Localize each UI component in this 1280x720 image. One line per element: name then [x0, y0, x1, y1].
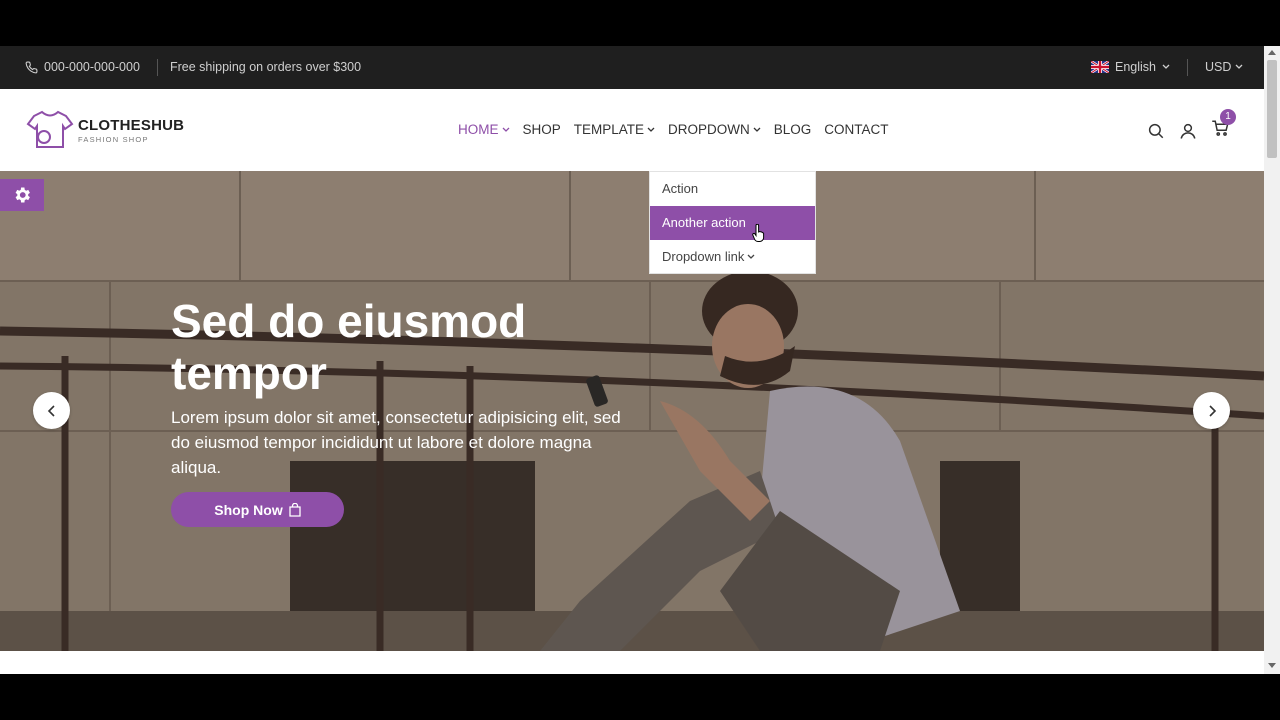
language-label: English	[1115, 60, 1156, 74]
site-header: CLOTHESHUB FASHION SHOP HOME SHOP TEMPLA…	[0, 89, 1264, 171]
chevron-down-icon	[753, 127, 761, 132]
nav-contact-label: CONTACT	[824, 122, 889, 137]
nav-contact[interactable]: CONTACT	[824, 122, 888, 137]
uk-flag-icon	[1091, 61, 1109, 73]
hand-cursor-icon	[752, 224, 765, 242]
nav-template[interactable]: TEMPLATE	[574, 122, 655, 137]
language-selector[interactable]: English	[1091, 60, 1170, 74]
main-nav: HOME SHOP TEMPLATE DROPDOWN BLOG CONTACT	[458, 122, 889, 137]
nav-dropdown-label: DROPDOWN	[668, 122, 750, 137]
brand-name: CLOTHESHUB	[78, 116, 185, 134]
site-logo[interactable]: CLOTHESHUB FASHION SHOP	[26, 109, 184, 151]
chevron-down-icon	[502, 127, 509, 132]
slider-next-button[interactable]	[1193, 392, 1230, 429]
dropdown-item-dropdown-link[interactable]: Dropdown link	[650, 240, 815, 274]
nav-home-label: HOME	[458, 122, 499, 137]
search-icon[interactable]	[1147, 122, 1165, 140]
nav-template-label: TEMPLATE	[573, 122, 645, 137]
dropdown-item-action[interactable]: Action	[650, 172, 815, 206]
shop-now-label: Shop Now	[214, 501, 283, 518]
scrollbar-thumb[interactable]	[1267, 60, 1277, 158]
chevron-down-icon	[1235, 64, 1243, 69]
cart-button[interactable]: 1	[1211, 109, 1236, 142]
nav-blog[interactable]: BLOG	[774, 122, 812, 137]
shopping-bag-icon	[289, 502, 301, 517]
shop-now-button[interactable]: Shop Now	[171, 492, 344, 527]
top-bar: 000-000-000-000 Free shipping on orders …	[0, 46, 1264, 89]
nav-home[interactable]: HOME	[458, 122, 510, 137]
nav-shop-label: SHOP	[522, 122, 561, 137]
currency-label: USD	[1205, 60, 1232, 74]
browser-viewport: 000-000-000-000 Free shipping on orders …	[0, 46, 1280, 674]
slider-prev-button[interactable]	[33, 392, 70, 429]
dropdown-menu: Action Another action Dropdown link	[649, 171, 816, 274]
chevron-right-icon	[1208, 404, 1216, 417]
nav-shop[interactable]: SHOP	[523, 122, 561, 137]
chevron-down-icon	[647, 127, 655, 132]
settings-toggle[interactable]	[0, 179, 44, 211]
chevron-down-icon	[747, 254, 755, 259]
scroll-down-arrow-icon[interactable]	[1268, 663, 1276, 668]
scroll-up-arrow-icon[interactable]	[1268, 50, 1276, 55]
phone-icon	[25, 61, 38, 73]
tshirt-logo-icon	[26, 110, 74, 148]
hero-slider: Sed do eiusmod tempor Lorem ipsum dolor …	[0, 171, 1264, 651]
divider	[1187, 59, 1188, 76]
cart-count-badge: 1	[1220, 109, 1236, 125]
nav-blog-label: BLOG	[773, 122, 812, 137]
shipping-notice: Free shipping on orders over $300	[170, 60, 362, 74]
divider	[157, 59, 158, 76]
gear-icon	[15, 187, 30, 203]
chevron-left-icon	[47, 404, 55, 417]
dropdown-link-label: Dropdown link	[662, 249, 745, 264]
nav-dropdown[interactable]: DROPDOWN	[668, 122, 761, 137]
dropdown-item-another-action[interactable]: Another action	[650, 206, 815, 240]
brand-tagline: FASHION SHOP	[78, 134, 149, 144]
page-scrollbar[interactable]	[1264, 46, 1280, 674]
currency-selector[interactable]: USD	[1205, 60, 1243, 74]
phone-contact[interactable]: 000-000-000-000	[25, 60, 140, 74]
phone-number: 000-000-000-000	[44, 60, 140, 74]
hero-description: Lorem ipsum dolor sit amet, consectetur …	[171, 408, 621, 477]
user-icon[interactable]	[1179, 122, 1197, 140]
chevron-down-icon	[1162, 64, 1170, 69]
hero-title: Sed do eiusmod tempor	[171, 295, 527, 399]
header-actions: 1	[1147, 109, 1236, 142]
